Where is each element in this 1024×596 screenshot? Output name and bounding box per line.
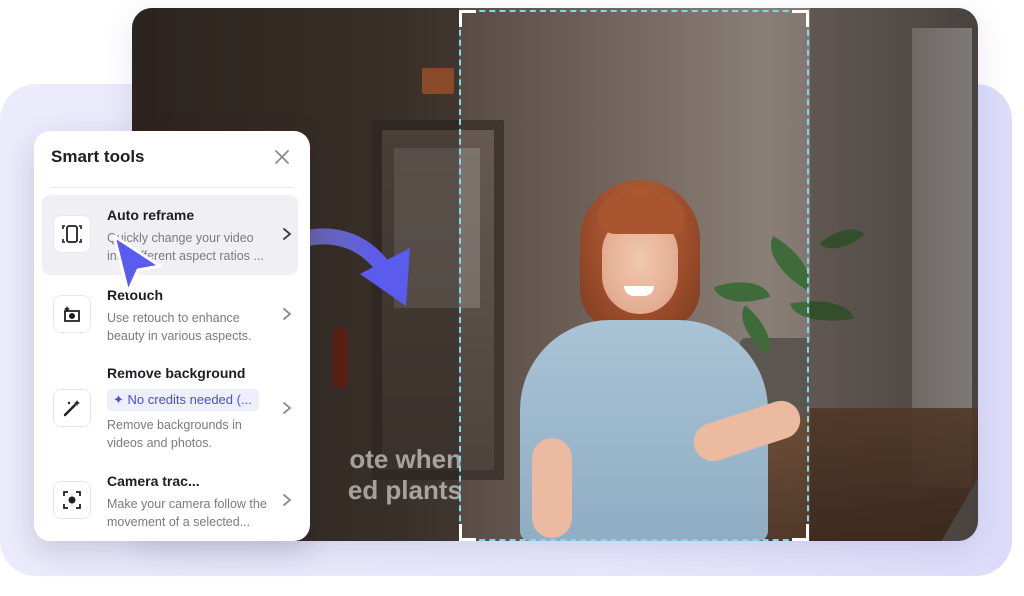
retouch-icon [64,306,80,322]
crop-handle-bottom-left[interactable] [459,524,476,541]
close-icon[interactable] [272,147,292,167]
reframe-icon-box [53,215,91,253]
magic-wand-icon-box [53,389,91,427]
overlay-text-line-1: ote when [349,444,462,474]
crop-handle-top-left[interactable] [459,10,476,27]
tool-title: Auto reframe [107,207,195,223]
tool-retouch[interactable]: Retouch Use retouch to enhance beauty in… [42,279,298,351]
camera-track-icon [63,491,81,509]
tool-description: Use retouch to enhance beauty in various… [107,311,252,343]
chevron-right-icon [283,228,292,240]
retouch-icon-box [53,295,91,333]
overlay-text-line-2: ed plants [347,475,462,506]
crop-dim-right [810,8,978,541]
mouse-cursor-icon [112,234,162,294]
tool-title: Remove background [107,365,246,381]
magic-wand-icon [63,400,80,417]
panel-header: Smart tools [34,131,310,187]
tool-description: Make your camera follow the movement of … [107,497,267,529]
smart-tools-panel: Smart tools Auto reframe Quickly change … [34,131,310,541]
tool-camera-tracking[interactable]: Camera trac... Make your camera follow t… [42,463,298,535]
chevron-right-icon [283,402,292,414]
tool-auto-reframe[interactable]: Auto reframe Quickly change your video i… [42,195,298,275]
reframe-icon [62,225,82,243]
video-overlay-text: ote when ed plants [312,444,462,506]
camera-track-icon-box [53,481,91,519]
chevron-right-icon [283,494,292,506]
crop-handle-top-right[interactable] [792,10,809,27]
crop-handle-bottom-right[interactable] [792,524,809,541]
credit-badge: ✦ No credits needed (... [107,389,259,411]
tool-description: Remove backgrounds in videos and photos. [107,418,242,450]
chevron-right-icon [283,308,292,320]
panel-title: Smart tools [51,147,145,166]
panel-divider [50,187,294,188]
tool-title: Camera trac... [107,473,200,489]
crop-frame[interactable] [459,10,809,541]
tool-remove-background[interactable]: Remove background ✦ No credits needed (.… [42,357,298,455]
